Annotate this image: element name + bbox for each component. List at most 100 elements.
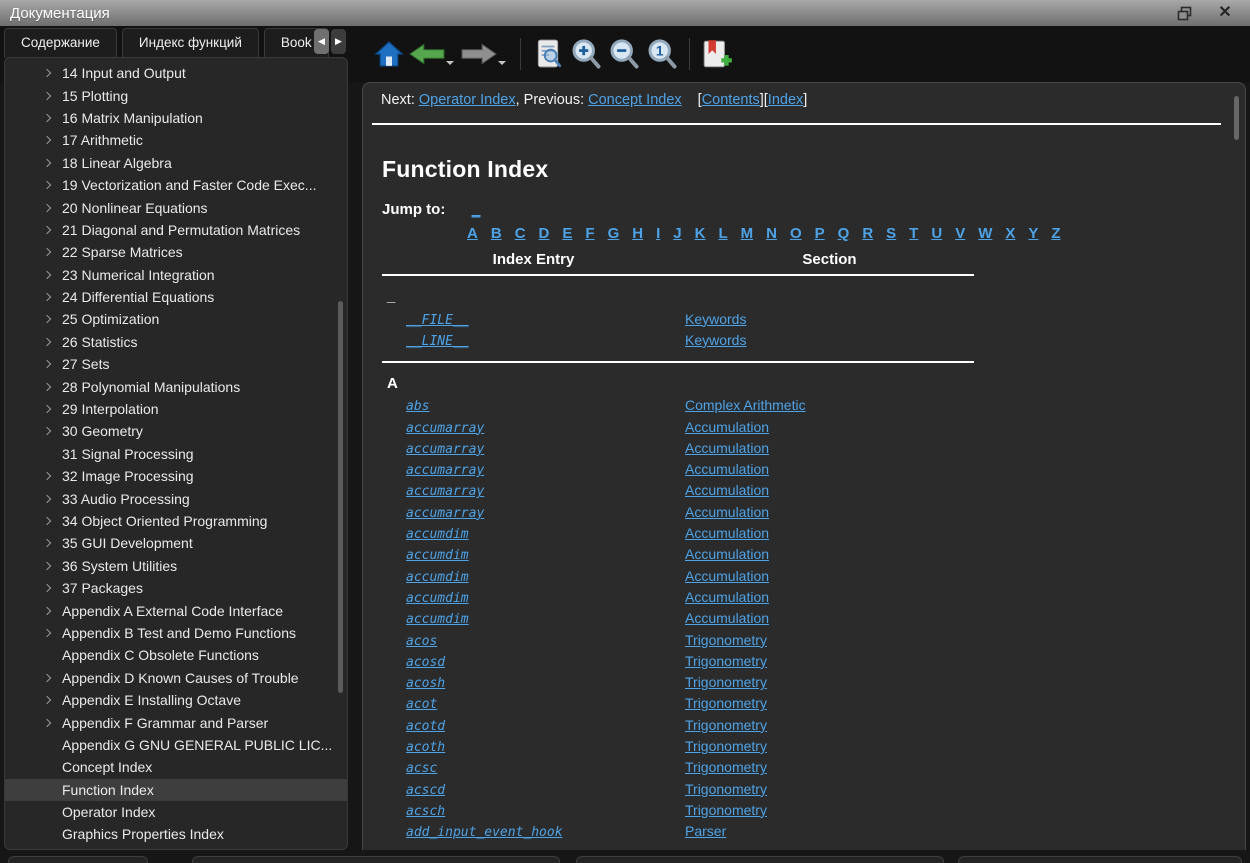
zoom-out-button[interactable] [605,34,643,74]
contents-link[interactable]: Contents [702,92,760,108]
section-link[interactable]: Complex Arithmetic [685,397,806,413]
section-link[interactable]: Accumulation [685,461,769,477]
letter-link[interactable]: H [632,225,643,242]
chevron-right-icon[interactable] [39,563,55,569]
tree-item[interactable]: 19 Vectorization and Faster Code Exec... [5,174,347,196]
section-link[interactable]: Trigonometry [685,802,767,818]
tree-item[interactable]: 29 Interpolation [5,398,347,420]
tree-item[interactable]: Appendix E Installing Octave [5,689,347,711]
section-link[interactable]: Accumulation [685,440,769,456]
tree-item[interactable]: 16 Matrix Manipulation [5,107,347,129]
tree-item[interactable]: 25 Optimization [5,308,347,330]
function-link[interactable]: accumdim [406,527,469,542]
section-link[interactable]: Accumulation [685,610,769,626]
letter-link[interactable]: U [931,225,942,242]
chevron-right-icon[interactable] [39,70,55,76]
tree-item[interactable]: 33 Audio Processing [5,487,347,509]
chevron-right-icon[interactable] [39,205,55,211]
bottom-button[interactable] [192,856,560,863]
letter-link[interactable]: X [1005,225,1015,242]
section-link[interactable]: Accumulation [685,568,769,584]
chevron-right-icon[interactable] [39,316,55,322]
tree-item[interactable]: Graphics Properties Index [5,823,347,845]
letter-link[interactable]: Q [838,225,850,242]
letter-link[interactable]: E [562,225,572,242]
function-link[interactable]: acoth [406,740,445,755]
chevron-right-icon[interactable] [39,585,55,591]
chevron-right-icon[interactable] [39,272,55,278]
home-button[interactable] [370,34,408,74]
tree-item[interactable]: 32 Image Processing [5,465,347,487]
letter-link[interactable]: P [815,225,825,242]
section-link[interactable]: Accumulation [685,589,769,605]
tree-item[interactable]: 23 Numerical Integration [5,264,347,286]
chevron-right-icon[interactable] [39,496,55,502]
tree-item[interactable]: Appendix C Obsolete Functions [5,644,347,666]
tree-item[interactable]: 15 Plotting [5,84,347,106]
tree-item[interactable]: Concept Index [5,756,347,778]
bottom-button[interactable] [576,856,944,863]
tree-item[interactable]: 14 Input and Output [5,62,347,84]
function-link[interactable]: acsc [406,761,437,776]
section-link[interactable]: Accumulation [685,504,769,520]
tree-item[interactable]: Appendix A External Code Interface [5,599,347,621]
tree-item[interactable]: Appendix D Known Causes of Trouble [5,667,347,689]
section-link[interactable]: Trigonometry [685,781,767,797]
tree-item[interactable]: 36 System Utilities [5,555,347,577]
chevron-right-icon[interactable] [39,249,55,255]
letter-link[interactable]: F [585,225,594,242]
tree-item[interactable]: Operator Index [5,801,347,823]
letter-link[interactable]: S [886,225,896,242]
forward-button[interactable] [460,34,498,74]
section-link[interactable]: Trigonometry [685,632,767,648]
letter-link[interactable]: Y [1028,225,1038,242]
back-dropdown-icon[interactable] [446,61,454,65]
tree-item[interactable]: 28 Polynomial Manipulations [5,375,347,397]
letter-link[interactable]: T [909,225,918,242]
tab-scroll-right-button[interactable]: ▶ [331,29,346,54]
tree-item[interactable]: Function Index [5,779,347,801]
chevron-right-icon[interactable] [39,93,55,99]
letter-link[interactable]: Z [1051,225,1060,242]
tab[interactable]: Индекс функций [122,28,259,58]
next-link[interactable]: Operator Index [419,92,516,108]
chevron-right-icon[interactable] [39,137,55,143]
letter-link[interactable]: J [673,225,681,242]
function-link[interactable]: acsch [406,804,445,819]
section-link[interactable]: Trigonometry [685,674,767,690]
letter-link[interactable]: M [741,225,754,242]
chevron-right-icon[interactable] [39,406,55,412]
find-in-page-button[interactable] [529,34,567,74]
letter-link[interactable]: L [718,225,727,242]
letter-link[interactable]: V [955,225,965,242]
tree-item[interactable]: Appendix B Test and Demo Functions [5,622,347,644]
section-link[interactable]: Keywords [685,332,746,348]
function-link[interactable]: acosd [406,655,445,670]
tree-item[interactable]: Appendix F Grammar and Parser [5,711,347,733]
function-link[interactable]: add_input_event_hook [406,825,563,840]
bookmark-add-button[interactable] [698,34,736,74]
letter-link[interactable]: O [790,225,802,242]
chevron-right-icon[interactable] [39,384,55,390]
section-link[interactable]: Accumulation [685,546,769,562]
function-link[interactable]: accumdim [406,591,469,606]
chevron-right-icon[interactable] [39,518,55,524]
chevron-right-icon[interactable] [39,540,55,546]
chevron-right-icon[interactable] [39,361,55,367]
tree-item[interactable]: 18 Linear Algebra [5,152,347,174]
forward-dropdown-icon[interactable] [498,61,506,65]
tree-item[interactable]: 24 Differential Equations [5,286,347,308]
function-link[interactable]: acosh [406,676,445,691]
function-link[interactable]: acotd [406,719,445,734]
chevron-right-icon[interactable] [39,428,55,434]
section-link[interactable]: Trigonometry [685,717,767,733]
tree-item[interactable]: 34 Object Oriented Programming [5,510,347,532]
chevron-right-icon[interactable] [39,339,55,345]
letter-link[interactable]: G [608,225,620,242]
function-link[interactable]: accumdim [406,612,469,627]
tree-item[interactable]: 17 Arithmetic [5,129,347,151]
letter-link[interactable]: W [978,225,992,242]
function-link[interactable]: accumdim [406,548,469,563]
section-link[interactable]: Accumulation [685,482,769,498]
content-scrollbar-thumb[interactable] [1234,96,1239,140]
